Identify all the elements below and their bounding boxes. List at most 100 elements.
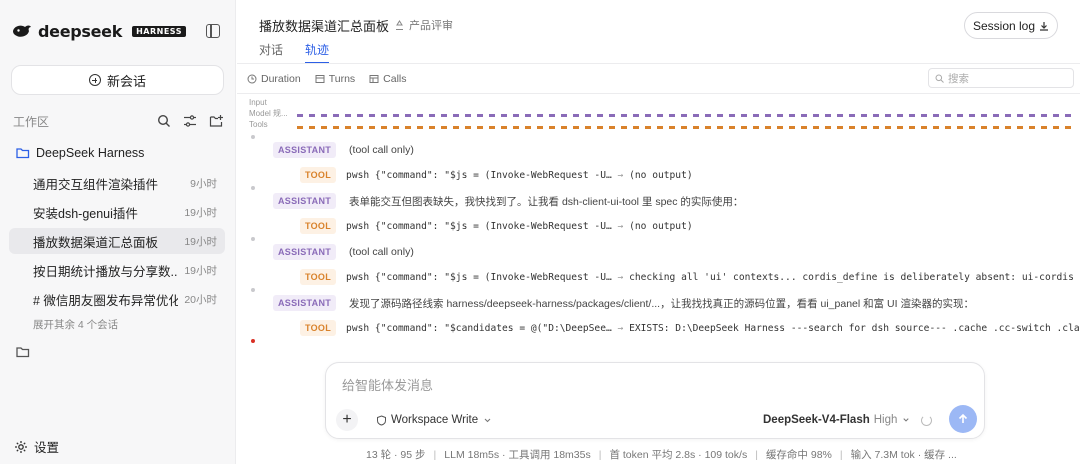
timeline-marker[interactable]	[369, 114, 375, 117]
timeline-marker[interactable]	[417, 114, 423, 117]
timeline-marker[interactable]	[429, 126, 435, 129]
timeline-marker[interactable]	[1053, 114, 1059, 117]
timeline-marker[interactable]	[453, 126, 459, 129]
timeline-marker[interactable]	[909, 126, 915, 129]
timeline-marker[interactable]	[753, 126, 759, 129]
timeline-marker[interactable]	[861, 114, 867, 117]
timeline-marker[interactable]	[477, 114, 483, 117]
event-tool[interactable]: TOOL pwsh {"command": "$js = (Invoke-Web…	[300, 268, 1080, 286]
timeline-marker[interactable]	[789, 114, 795, 117]
timeline-tools-track[interactable]	[297, 121, 1080, 129]
timeline-marker[interactable]	[873, 126, 879, 129]
timeline-marker[interactable]	[573, 114, 579, 117]
timeline-marker[interactable]	[333, 126, 339, 129]
timeline-marker[interactable]	[849, 114, 855, 117]
timeline-marker[interactable]	[765, 114, 771, 117]
timeline-marker[interactable]	[597, 126, 603, 129]
folder-icon[interactable]	[16, 346, 30, 361]
timeline-marker[interactable]	[561, 114, 567, 117]
timeline-marker[interactable]	[1017, 114, 1023, 117]
workspace-mode-select[interactable]: Workspace Write	[376, 414, 493, 426]
timeline-marker[interactable]	[897, 126, 903, 129]
timeline-marker[interactable]	[525, 126, 531, 129]
timeline-marker[interactable]	[549, 126, 555, 129]
timeline-marker[interactable]	[441, 114, 447, 117]
timeline-marker[interactable]	[381, 114, 387, 117]
timeline-marker[interactable]	[789, 126, 795, 129]
timeline-marker[interactable]	[393, 114, 399, 117]
attach-plus-button[interactable]: +	[336, 409, 358, 431]
timeline-marker[interactable]	[345, 114, 351, 117]
brand[interactable]: deepseek HARNESS	[12, 20, 186, 42]
timeline-marker[interactable]	[813, 126, 819, 129]
timeline-marker[interactable]	[297, 126, 303, 129]
timeline-marker[interactable]	[741, 114, 747, 117]
event-tool[interactable]: TOOL pwsh {"command": "$js = (Invoke-Web…	[300, 166, 693, 184]
timeline-marker[interactable]	[945, 114, 951, 117]
filter-turns[interactable]: Turns	[315, 73, 355, 85]
timeline-marker[interactable]	[657, 114, 663, 117]
event-tool[interactable]: TOOL pwsh {"command": "$js = (Invoke-Web…	[300, 217, 693, 235]
timeline-marker[interactable]	[549, 114, 555, 117]
event-assistant[interactable]: ASSISTANT 发现了源码路径线索 harness/deepseek-har…	[273, 294, 974, 312]
conversation-item[interactable]: 按日期统计播放与分享数... 19小时	[9, 257, 225, 283]
timeline-marker[interactable]	[969, 114, 975, 117]
timeline-marker[interactable]	[945, 126, 951, 129]
timeline-marker[interactable]	[513, 126, 519, 129]
timeline-marker[interactable]	[345, 126, 351, 129]
timeline-marker[interactable]	[381, 126, 387, 129]
timeline-marker[interactable]	[657, 126, 663, 129]
conversation-item[interactable]: 安装dsh-genui插件 19小时	[9, 199, 225, 225]
timeline-marker[interactable]	[501, 126, 507, 129]
timeline-marker[interactable]	[633, 114, 639, 117]
timeline-marker[interactable]	[1017, 126, 1023, 129]
timeline-marker[interactable]	[681, 126, 687, 129]
tab-trajectory[interactable]: 轨迹	[305, 41, 330, 64]
timeline-marker[interactable]	[309, 114, 315, 117]
timeline-marker[interactable]	[465, 114, 471, 117]
filter-calls[interactable]: Calls	[369, 73, 407, 85]
timeline-marker[interactable]	[837, 114, 843, 117]
timeline-marker[interactable]	[969, 126, 975, 129]
trajectory-search-input[interactable]: 搜索	[928, 68, 1074, 88]
event-tool[interactable]: TOOL pwsh {"command": "$candidates = @("…	[300, 319, 1080, 337]
event-assistant[interactable]: ASSISTANT 表单能交互但图表缺失，我快找到了。让我看 dsh-clien…	[273, 192, 743, 210]
timeline-marker[interactable]	[837, 126, 843, 129]
filter-sliders-icon[interactable]	[183, 114, 197, 128]
model-select[interactable]: DeepSeek-V4-Flash High	[763, 414, 911, 426]
timeline-marker[interactable]	[921, 114, 927, 117]
timeline-marker[interactable]	[585, 114, 591, 117]
timeline-marker[interactable]	[981, 126, 987, 129]
timeline-marker[interactable]	[681, 114, 687, 117]
timeline-marker[interactable]	[717, 126, 723, 129]
timeline-marker[interactable]	[309, 126, 315, 129]
timeline-marker[interactable]	[489, 126, 495, 129]
event-assistant[interactable]: ASSISTANT (tool call only)	[273, 243, 414, 261]
timeline-marker[interactable]	[777, 114, 783, 117]
search-icon[interactable]	[157, 114, 171, 128]
event-assistant[interactable]: ASSISTANT (tool call only)	[273, 141, 414, 159]
timeline-marker[interactable]	[897, 114, 903, 117]
timeline-marker[interactable]	[1065, 126, 1071, 129]
timeline-marker[interactable]	[477, 126, 483, 129]
message-input[interactable]: 给智能体发消息	[342, 375, 433, 394]
timeline-marker[interactable]	[1029, 114, 1035, 117]
timeline-marker[interactable]	[321, 114, 327, 117]
timeline-marker[interactable]	[729, 114, 735, 117]
timeline-marker[interactable]	[609, 114, 615, 117]
timeline-marker[interactable]	[489, 114, 495, 117]
timeline-marker[interactable]	[981, 114, 987, 117]
timeline-model-track[interactable]	[297, 109, 1080, 117]
timeline-marker[interactable]	[357, 126, 363, 129]
timeline-marker[interactable]	[645, 114, 651, 117]
timeline-marker[interactable]	[501, 114, 507, 117]
new-folder-icon[interactable]	[209, 114, 223, 128]
timeline-marker[interactable]	[753, 114, 759, 117]
timeline-marker[interactable]	[693, 126, 699, 129]
timeline-marker[interactable]	[441, 126, 447, 129]
timeline-marker[interactable]	[957, 114, 963, 117]
timeline-marker[interactable]	[1041, 114, 1047, 117]
timeline-marker[interactable]	[333, 114, 339, 117]
timeline-marker[interactable]	[1029, 126, 1035, 129]
session-log-button[interactable]: Session log	[964, 12, 1058, 39]
